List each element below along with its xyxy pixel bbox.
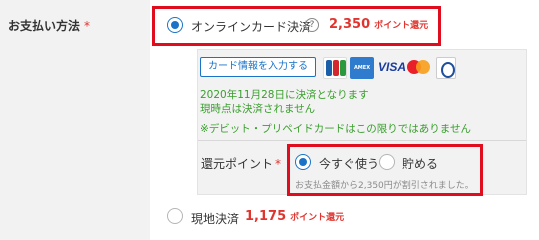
visa-logo-icon: VISA bbox=[378, 60, 407, 74]
jcb-logo-icon bbox=[323, 57, 347, 79]
enter-card-info-button[interactable]: カード情報を入力する bbox=[200, 57, 316, 77]
discount-note: お支払金額から2,350円が割引されました。 bbox=[295, 181, 474, 191]
online-payment-points: 2,350 ポイント還元 bbox=[329, 17, 428, 32]
save-points-radio[interactable] bbox=[379, 154, 395, 170]
settlement-date-text: 2020年11月28日に決済となります bbox=[200, 89, 369, 101]
card-exclusion-text: ※デビット・プリペイドカードはこの限りではありません bbox=[200, 123, 471, 135]
onsite-payment-radio[interactable] bbox=[167, 208, 183, 224]
payment-method-label: お支払い方法 * bbox=[8, 17, 90, 34]
points-return-label: 還元ポイント * bbox=[201, 155, 281, 172]
panel-divider bbox=[198, 140, 526, 141]
amex-logo-icon: AMEX bbox=[350, 57, 374, 79]
onsite-payment-points: 1,175 ポイント還元 bbox=[245, 209, 344, 224]
onsite-payment-points-value: 1,175 bbox=[245, 209, 287, 224]
mastercard-logo-icon bbox=[406, 57, 432, 79]
save-points-label[interactable]: 貯める bbox=[402, 155, 438, 172]
label-column bbox=[0, 0, 150, 240]
not-settled-text: 現時点は決済されません bbox=[200, 103, 316, 115]
onsite-payment-label[interactable]: 現地決済 bbox=[191, 210, 239, 227]
online-payment-points-value: 2,350 bbox=[329, 17, 371, 32]
diners-club-logo-icon bbox=[436, 57, 456, 79]
onsite-payment-points-unit: ポイント還元 bbox=[290, 213, 345, 223]
points-return-label-text: 還元ポイント bbox=[201, 157, 274, 171]
online-payment-radio[interactable] bbox=[167, 17, 183, 33]
online-payment-label[interactable]: オンラインカード決済 bbox=[191, 18, 311, 35]
help-icon[interactable]: ? bbox=[305, 18, 319, 32]
use-now-radio[interactable] bbox=[295, 154, 311, 170]
online-payment-points-unit: ポイント還元 bbox=[374, 21, 429, 31]
points-return-required-mark: * bbox=[275, 157, 282, 171]
required-mark: * bbox=[84, 19, 91, 33]
use-now-label[interactable]: 今すぐ使う bbox=[319, 155, 379, 172]
payment-method-label-text: お支払い方法 bbox=[8, 19, 81, 33]
